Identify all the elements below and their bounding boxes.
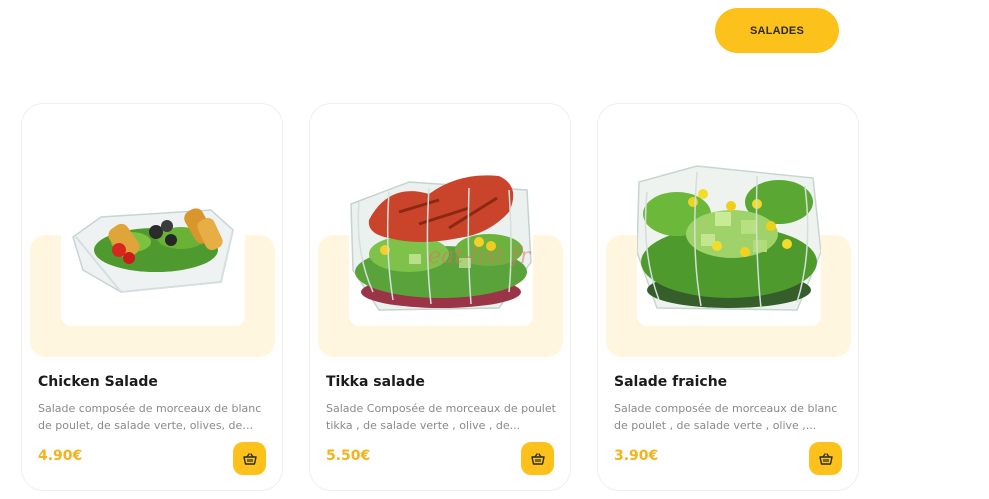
- basket-icon: [818, 452, 833, 465]
- product-card[interactable]: Tikka salade Salade Composée de morceaux…: [309, 103, 571, 491]
- product-image: [637, 142, 821, 326]
- add-to-cart-button[interactable]: [521, 442, 554, 475]
- basket-icon: [242, 452, 257, 465]
- product-title: Tikka salade: [326, 374, 425, 390]
- product-description: Salade composée de morceaux de blanc de …: [614, 402, 838, 432]
- product-card[interactable]: Chicken Salade Salade composée de morcea…: [21, 103, 283, 491]
- product-description: Salade composée de morceaux de blanc de …: [38, 402, 262, 432]
- product-title: Salade fraiche: [614, 374, 728, 390]
- add-to-cart-button[interactable]: [233, 442, 266, 475]
- product-price: 4.90€: [38, 448, 83, 464]
- product-price: 5.50€: [326, 448, 371, 464]
- product-image: [349, 142, 533, 326]
- product-title: Chicken Salade: [38, 374, 158, 390]
- product-description: Salade Composée de morceaux de poulet ti…: [326, 402, 556, 432]
- product-card[interactable]: Salade fraiche Salade composée de morcea…: [597, 103, 859, 491]
- category-salades-button[interactable]: SALADES: [715, 8, 839, 53]
- product-price: 3.90€: [614, 448, 659, 464]
- basket-icon: [530, 452, 545, 465]
- add-to-cart-button[interactable]: [809, 442, 842, 475]
- product-image: [61, 142, 245, 326]
